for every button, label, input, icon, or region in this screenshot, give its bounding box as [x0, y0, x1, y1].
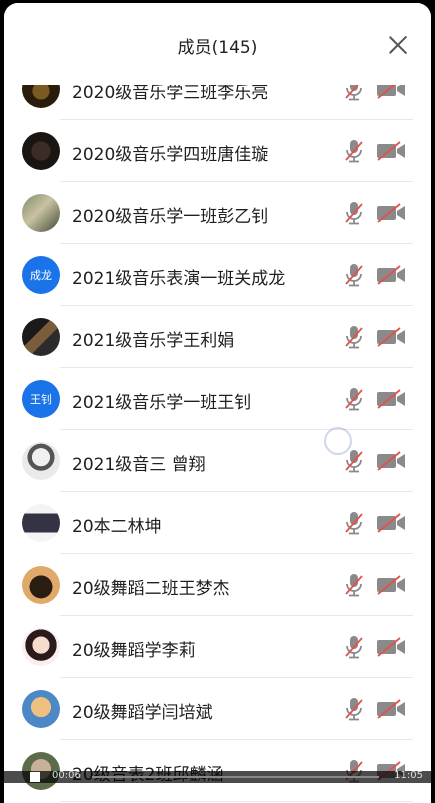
video-control-bar: 00:06 11:05	[0, 771, 435, 783]
pause-icon[interactable]	[30, 772, 40, 782]
member-name: 2021级音三 曾翔	[72, 450, 206, 475]
avatar	[22, 566, 60, 604]
member-row[interactable]: 2021级音乐学王利娟	[4, 306, 431, 368]
mic-muted-icon[interactable]	[344, 263, 364, 287]
mic-muted-icon[interactable]	[344, 201, 364, 225]
member-name: 2021级音乐学王利娟	[72, 326, 234, 351]
mic-muted-icon[interactable]	[344, 573, 364, 597]
camera-off-icon[interactable]	[376, 451, 406, 471]
member-row[interactable]: 成龙 2021级音乐表演一班关成龙	[4, 244, 431, 306]
camera-off-icon[interactable]	[376, 327, 406, 347]
avatar-initials: 成龙	[30, 267, 52, 283]
member-row[interactable]: 20级舞蹈二班王梦杰	[4, 554, 431, 616]
camera-off-icon[interactable]	[376, 203, 406, 223]
total-time: 11:05	[394, 770, 423, 781]
camera-off-icon[interactable]	[376, 513, 406, 533]
member-name: 20级舞蹈学闫培斌	[72, 698, 213, 723]
loading-spinner	[324, 427, 352, 455]
member-name: 20本二林坤	[72, 512, 162, 537]
camera-off-icon[interactable]	[376, 637, 406, 657]
avatar	[22, 628, 60, 666]
mic-muted-icon[interactable]	[344, 635, 364, 659]
row-divider	[60, 801, 413, 802]
member-row[interactable]: 20级舞蹈学闫培斌	[4, 678, 431, 740]
mic-muted-icon[interactable]	[344, 511, 364, 535]
progress-track[interactable]	[92, 776, 379, 778]
avatar	[22, 690, 60, 728]
avatar	[22, 132, 60, 170]
member-list: 2020级音乐学三班李乐亮2020级音乐学四班唐佳璇2020级音乐学一班彭乙钊成…	[4, 58, 431, 802]
mic-muted-icon[interactable]	[344, 325, 364, 349]
member-row[interactable]: 20本二林坤	[4, 492, 431, 554]
member-row[interactable]: 2020级音乐学一班彭乙钊	[4, 182, 431, 244]
member-name: 2020级音乐学一班彭乙钊	[72, 202, 268, 227]
avatar	[22, 442, 60, 480]
close-icon[interactable]	[387, 34, 409, 56]
mic-muted-icon[interactable]	[344, 449, 364, 473]
avatar	[22, 194, 60, 232]
elapsed-time: 00:06	[52, 770, 81, 781]
member-row[interactable]: 2021级音三 曾翔	[4, 430, 431, 492]
avatar-initials: 王钊	[30, 391, 52, 407]
camera-off-icon[interactable]	[376, 699, 406, 719]
member-name: 2020级音乐学四班唐佳璇	[72, 140, 268, 165]
members-panel: 成员(145) 2020级音乐学三班李乐亮2020级音乐学四班唐佳璇2020级音…	[4, 3, 431, 803]
avatar: 成龙	[22, 256, 60, 294]
camera-off-icon[interactable]	[376, 575, 406, 595]
panel-header: 成员(145)	[4, 3, 431, 85]
member-name: 20级舞蹈学李莉	[72, 636, 196, 661]
mic-muted-icon[interactable]	[344, 697, 364, 721]
member-name: 2021级音乐表演一班关成龙	[72, 264, 285, 289]
camera-off-icon[interactable]	[376, 265, 406, 285]
camera-off-icon[interactable]	[376, 141, 406, 161]
member-row[interactable]: 2020级音乐学四班唐佳璇	[4, 120, 431, 182]
avatar: 王钊	[22, 380, 60, 418]
avatar	[22, 504, 60, 542]
mic-muted-icon[interactable]	[344, 387, 364, 411]
mic-muted-icon[interactable]	[344, 139, 364, 163]
avatar	[22, 318, 60, 356]
member-row[interactable]: 王钊 2021级音乐学一班王钊	[4, 368, 431, 430]
camera-off-icon[interactable]	[376, 389, 406, 409]
member-row[interactable]: 20级舞蹈学李莉	[4, 616, 431, 678]
panel-title: 成员(145)	[4, 33, 431, 58]
member-name: 20级舞蹈二班王梦杰	[72, 574, 230, 599]
member-name: 2021级音乐学一班王钊	[72, 388, 251, 413]
